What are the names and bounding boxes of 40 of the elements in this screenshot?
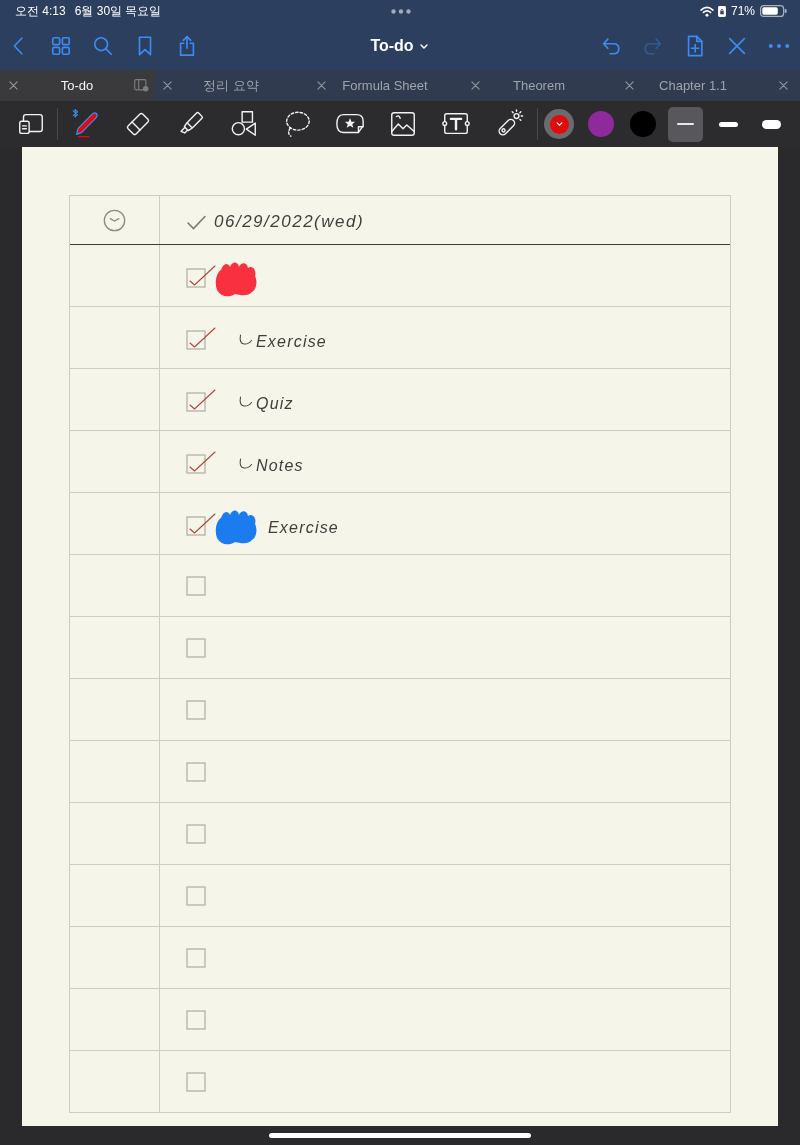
handwritten-task: Exercise bbox=[256, 331, 327, 351]
stroke-line-icon bbox=[762, 119, 781, 129]
document-tab[interactable]: Formula Sheet bbox=[308, 70, 462, 101]
grid-icon[interactable] bbox=[50, 35, 72, 57]
handwritten-task: Quiz bbox=[256, 393, 294, 413]
handwritten-task: Notes bbox=[256, 455, 304, 475]
orientation-lock-icon bbox=[717, 5, 726, 17]
undo-icon[interactable] bbox=[600, 35, 622, 57]
hook-mark-icon bbox=[238, 333, 253, 346]
close-tab-icon[interactable] bbox=[8, 81, 18, 90]
document-tab[interactable]: 정리 요약 bbox=[154, 70, 308, 101]
battery-percent: 71% bbox=[730, 4, 755, 18]
chevron-down-icon bbox=[419, 43, 428, 49]
handwritten-task: Exercise bbox=[268, 517, 339, 537]
status-date: 6월 30일 목요일 bbox=[74, 2, 162, 20]
handwritten-date: 06/29/2022(wed) bbox=[214, 212, 365, 232]
stroke-line-icon bbox=[677, 123, 694, 125]
close-tab-icon[interactable] bbox=[470, 81, 480, 90]
multitasking-dots-icon[interactable] bbox=[391, 8, 411, 14]
hook-mark-icon bbox=[238, 457, 253, 470]
stroke-width-button[interactable] bbox=[668, 106, 703, 142]
close-tab-icon[interactable] bbox=[778, 81, 788, 90]
wifi-icon bbox=[699, 5, 714, 17]
clock-icon bbox=[103, 208, 126, 232]
chevron-down-icon bbox=[555, 122, 563, 126]
document-title[interactable]: To-do bbox=[370, 37, 428, 55]
battery-icon bbox=[760, 5, 787, 17]
stroke-line-icon bbox=[719, 121, 738, 127]
close-tab-icon[interactable] bbox=[316, 81, 326, 90]
search-icon[interactable] bbox=[92, 35, 114, 57]
document-tab[interactable]: Theorem bbox=[462, 70, 616, 101]
close-icon[interactable] bbox=[726, 35, 748, 57]
hook-mark-icon bbox=[238, 395, 253, 408]
close-tab-icon[interactable] bbox=[624, 81, 634, 90]
close-tab-icon[interactable] bbox=[162, 81, 172, 90]
checkmark-icon bbox=[187, 214, 206, 230]
document-tab[interactable]: Chapter 1.1 bbox=[616, 70, 770, 101]
split-view-icon[interactable] bbox=[133, 79, 149, 92]
status-time: 오전 4:13 bbox=[15, 2, 66, 20]
document-tab[interactable]: To-do bbox=[0, 70, 154, 101]
